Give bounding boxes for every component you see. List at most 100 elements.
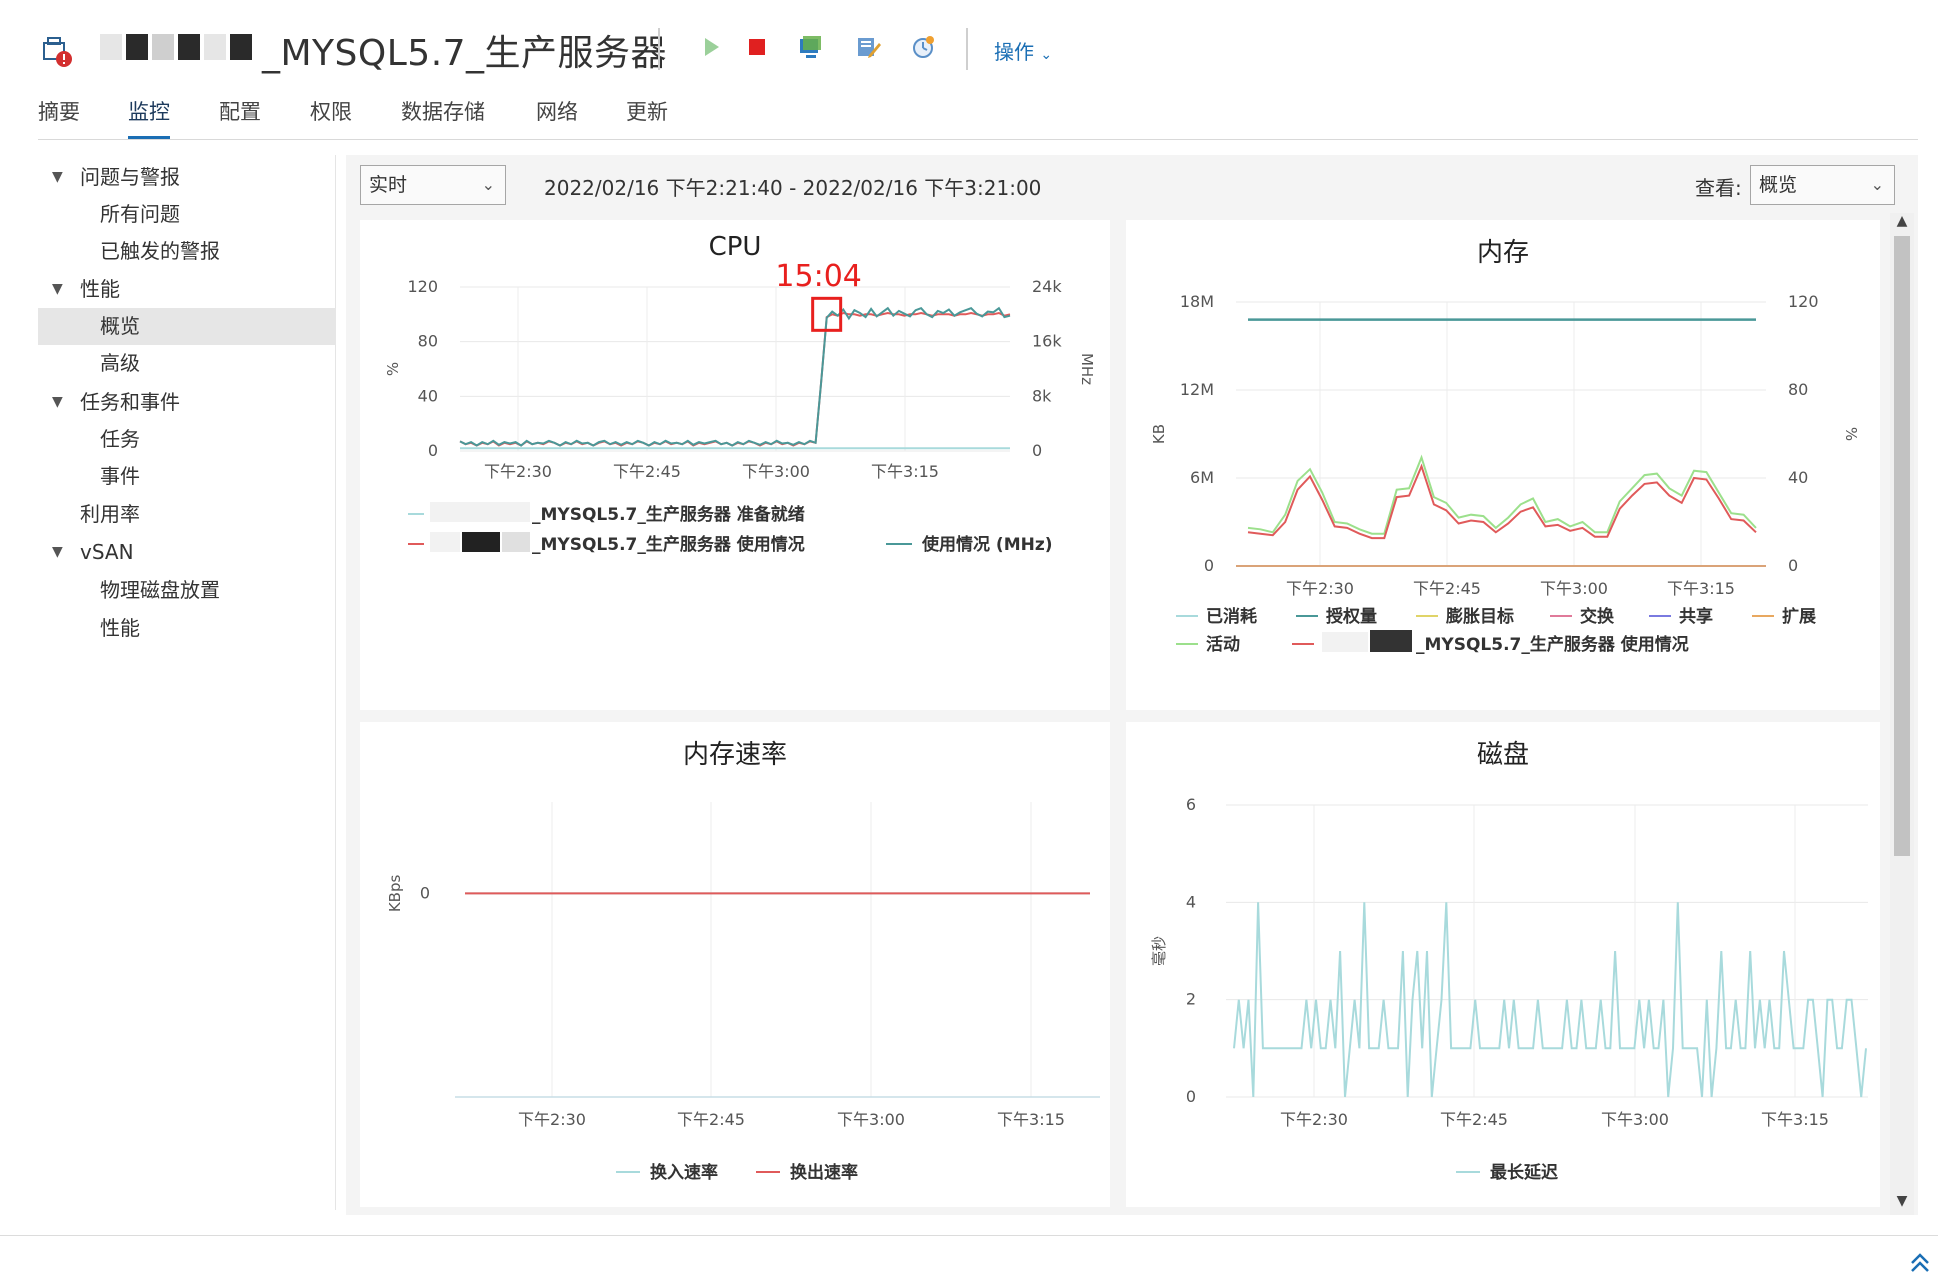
y2-tick-label: 16k [1032,332,1062,351]
nav-tasks-events[interactable]: ▼ 任务和事件 [38,384,336,421]
y-tick-label: 0 [428,441,438,460]
nav-label: 事件 [100,464,140,488]
nav-label: 高级 [100,351,140,375]
nav-advanced[interactable]: 高级 [38,345,336,382]
legend-label: _MYSQL5.7_生产服务器 使用情况 [532,534,805,555]
power-on-icon[interactable] [694,30,728,64]
nav-utilization[interactable]: 利用率 [38,496,336,533]
time-range-select[interactable]: 实时 ⌄ [360,165,506,205]
caret-down-icon[interactable]: ▼ [52,271,63,308]
nav-label: 已触发的警报 [100,239,220,263]
legend-label: 授权量 [1326,606,1377,627]
tab-datastores[interactable]: 数据存储 [401,96,485,136]
chevron-down-icon: ⌄ [481,175,495,194]
memory-chart-panel: 内存 0 6M 12M 18M 0 40 80 120 下午2:30 下午2:45 下午3:00 下午… [1126,220,1880,710]
x-tick-label: 下午3:15 [1761,1110,1829,1129]
legend-label: 使用情况 (MHz) [921,534,1053,555]
y2-tick-label: 0 [1788,556,1798,575]
actions-menu[interactable]: 操作 ⌄ [994,36,1052,65]
time-span-label: 2022/02/16 下午2:21:40 - 2022/02/16 下午3:21… [544,176,1042,200]
time-range-value: 实时 [369,174,408,196]
bottom-panel-bar [0,1235,1938,1286]
x-tick-label: 下午2:45 [1440,1110,1508,1129]
nav-label: 所有问题 [100,202,180,226]
y-tick-label: 2 [1186,990,1196,1009]
sidebar-nav: ▼ 问题与警报 所有问题 已触发的警报 ▼ 性能 概览 高级 ▼ 任务和事件 任… [38,155,336,1210]
view-value: 概览 [1759,174,1798,196]
nav-label: 性能 [100,616,140,640]
y2-tick-label: 80 [1788,380,1808,399]
nav-all-issues[interactable]: 所有问题 [38,196,336,233]
y-tick-label: 6 [1186,795,1196,814]
vm-title: _MYSQL5.7_生产服务器 [262,33,668,74]
legend-label: 扩展 [1782,606,1816,627]
nav-issues-alarms[interactable]: ▼ 问题与警报 [38,159,336,196]
x-tick-label: 下午3:15 [997,1110,1065,1129]
scroll-up-icon[interactable]: ▲ [1892,213,1912,233]
edit-settings-icon[interactable] [852,30,886,64]
power-off-icon[interactable] [740,30,774,64]
nav-performance[interactable]: ▼ 性能 [38,271,336,308]
x-tick-label: 下午3:00 [742,462,810,481]
y-tick-label: 0 [420,883,430,902]
legend-redaction [430,502,530,522]
y-tick-label: 6M [1190,468,1214,487]
toolbar-separator [658,28,660,70]
tab-updates[interactable]: 更新 [626,96,668,136]
caret-down-icon[interactable]: ▼ [52,384,63,421]
y-axis-label: KBps [386,875,404,913]
x-tick-label: 下午2:45 [1413,579,1481,598]
legend-label: _MYSQL5.7_生产服务器 准备就绪 [532,504,805,525]
legend-label: 换出速率 [790,1162,858,1183]
series-active-line [1247,454,1757,535]
y-axis-label: 毫秒 [1150,936,1168,966]
nav-vsan[interactable]: ▼ vSAN [38,534,336,571]
nav-physical-disk-placement[interactable]: 物理磁盘放置 [38,572,336,609]
tab-permissions[interactable]: 权限 [310,96,352,136]
y-tick-label: 120 [407,277,438,296]
chevron-down-icon: ⌄ [1040,47,1053,63]
nav-triggered-alarms[interactable]: 已触发的警报 [38,233,336,270]
series-mhz-line [459,306,1011,447]
y-tick-label: 40 [418,386,438,405]
nav-vsan-performance[interactable]: 性能 [38,610,336,647]
view-select[interactable]: 概览 ⌄ [1750,165,1895,205]
snapshot-icon[interactable] [906,30,940,64]
console-icon[interactable] [794,30,828,64]
nav-tasks[interactable]: 任务 [38,421,336,458]
actions-label: 操作 [994,40,1034,64]
caret-down-icon[interactable]: ▼ [52,159,63,196]
legend-redaction [1370,630,1412,652]
title-redacted-block [100,28,260,64]
scroll-down-icon[interactable]: ▼ [1892,1193,1912,1213]
x-tick-label: 下午3:00 [1540,579,1608,598]
y-tick-label: 18M [1180,292,1214,311]
toolbar-separator [966,28,968,70]
legend-label: 已消耗 [1206,606,1257,627]
x-tick-label: 下午2:30 [518,1110,586,1129]
caret-down-icon[interactable]: ▼ [52,534,63,571]
nav-events[interactable]: 事件 [38,458,336,495]
expand-up-icon[interactable] [1908,1250,1932,1274]
scrollbar-thumb[interactable] [1894,236,1910,856]
legend-label: _MYSQL5.7_生产服务器 使用情况 [1416,634,1689,655]
y2-axis-label: MHz [1078,353,1096,385]
view-label: 查看: [1695,176,1742,200]
legend-redaction [1322,632,1368,652]
y-tick-label: 0 [1186,1087,1196,1106]
y-axis-label: KB [1150,424,1168,444]
y2-tick-label: 40 [1788,468,1808,487]
x-tick-label: 下午3:00 [1601,1110,1669,1129]
chevron-down-icon: ⌄ [1870,175,1884,194]
nav-overview[interactable]: 概览 [38,308,336,345]
x-tick-label: 下午3:00 [837,1110,905,1129]
tab-monitor[interactable]: 监控 [128,96,170,140]
series-usage-line [1247,463,1757,540]
tab-configure[interactable]: 配置 [219,96,261,136]
x-tick-label: 下午3:15 [1667,579,1735,598]
nav-label: vSAN [80,540,134,564]
tab-summary[interactable]: 摘要 [38,96,80,136]
legend-redaction [462,532,500,552]
tab-networks[interactable]: 网络 [536,96,578,136]
nav-label: 性能 [80,277,120,301]
